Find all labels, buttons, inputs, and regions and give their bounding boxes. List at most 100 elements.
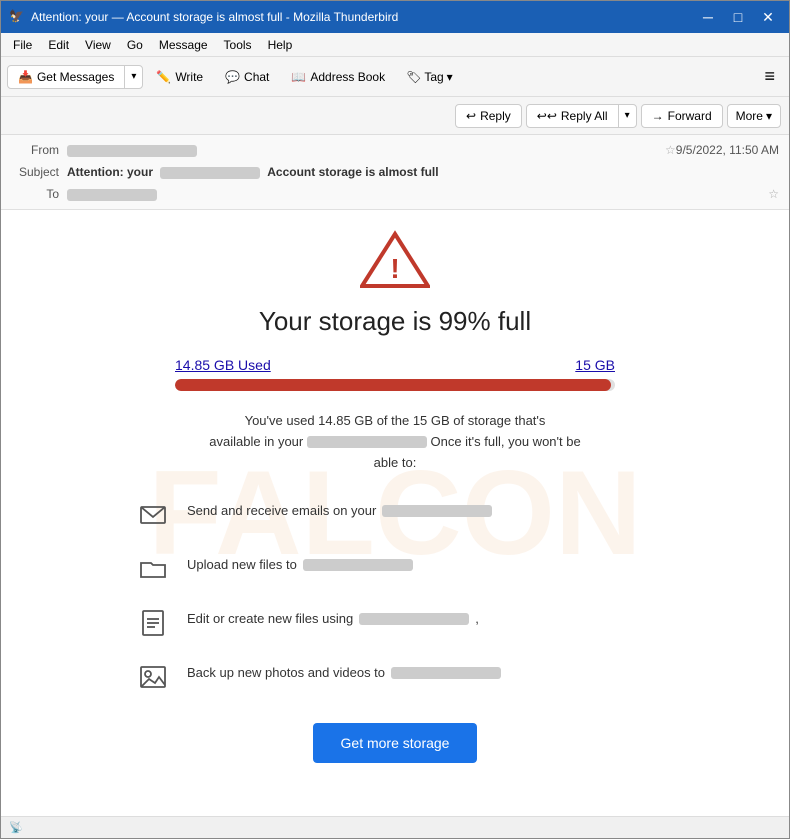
reply-all-icon: ↩↩ [537,109,557,123]
window-controls: ─ □ ✕ [695,7,781,27]
progress-section: 14.85 GB Used 15 GB [175,357,615,391]
email-header: From ☆ 9/5/2022, 11:50 AM Subject Attent… [1,135,789,210]
progress-bar-background [175,379,615,391]
storage-title: Your storage is 99% full [75,306,715,337]
menu-hamburger[interactable]: ≡ [756,62,783,91]
address-book-button[interactable]: 📖 Address Book [282,66,394,88]
get-more-storage-button[interactable]: Get more storage [313,723,478,763]
feature-list: Send and receive emails on your Upload n… [135,497,715,695]
reply-button[interactable]: ↩ Reply [455,104,522,128]
svg-text:!: ! [390,253,399,284]
email-date: 9/5/2022, 11:50 AM [676,143,779,157]
reply-all-button[interactable]: ↩↩ Reply All [527,105,618,127]
subject-blurred [160,167,260,179]
body-line4: able to: [374,455,417,470]
menu-message[interactable]: Message [151,36,216,54]
address-book-label: Address Book [310,70,385,84]
tag-dropdown-icon: ▾ [447,70,453,84]
menu-edit[interactable]: Edit [40,36,77,54]
window-title: Attention: your — Account storage is alm… [31,10,695,24]
more-dropdown-icon: ▾ [766,109,772,123]
address-book-icon: 📖 [291,70,306,84]
more-label: More [736,109,763,123]
progress-labels: 14.85 GB Used 15 GB [175,357,615,373]
reply-icon: ↩ [466,109,476,123]
subject-row: Subject Attention: your Account storage … [11,161,779,183]
chat-button[interactable]: 💬 Chat [216,66,278,88]
get-messages-icon: 📥 [18,70,33,84]
get-messages-button[interactable]: 📥 Get Messages [8,66,124,88]
subject-suffix: Account storage is almost full [267,165,438,179]
image-icon [135,659,171,695]
menu-go[interactable]: Go [119,36,151,54]
forward-icon: → [652,109,664,123]
write-button[interactable]: ✏️ Write [147,66,212,88]
feature-text-3: Back up new photos and videos to [187,659,501,680]
status-bar: 📡 [1,816,789,838]
tag-button[interactable]: 🏷 Tag ▾ [398,67,461,87]
maximize-button[interactable]: □ [725,7,751,27]
write-icon: ✏️ [156,70,171,84]
reply-all-split: ↩↩ Reply All ▾ [526,104,637,128]
progress-bar-fill [175,379,611,391]
write-label: Write [175,70,203,84]
get-messages-dropdown[interactable]: ▾ [124,66,142,88]
close-button[interactable]: ✕ [755,7,781,27]
reply-all-dropdown[interactable]: ▾ [618,105,636,127]
from-row: From ☆ 9/5/2022, 11:50 AM [11,139,779,161]
to-label: To [11,187,59,201]
minimize-button[interactable]: ─ [695,7,721,27]
used-label[interactable]: 14.85 GB Used [175,357,271,373]
list-item: Send and receive emails on your [135,497,715,533]
subject-prefix: Attention: your [67,165,153,179]
body-line1: You've used 14.85 GB of the 15 GB of sto… [245,413,546,428]
reply-all-label: Reply All [561,109,608,123]
list-item: Edit or create new files using , [135,605,715,641]
tag-icon: 🏷 [406,70,421,84]
body-line3: Once it's full, you won't be [430,434,580,449]
chat-label: Chat [244,70,269,84]
feature-text-1: Upload new files to [187,551,413,572]
total-label[interactable]: 15 GB [575,357,615,373]
feature-text-2: Edit or create new files using , [187,605,479,626]
to-blurred [67,189,157,201]
cta-wrap: Get more storage [75,723,715,763]
menu-tools[interactable]: Tools [216,36,260,54]
status-icon: 📡 [9,821,23,834]
action-bar: ↩ Reply ↩↩ Reply All ▾ → Forward More ▾ [1,97,789,135]
chat-icon: 💬 [225,70,240,84]
menu-file[interactable]: File [5,36,40,54]
get-messages-split: 📥 Get Messages ▾ [7,65,143,89]
title-bar: 🦅 Attention: your — Account storage is a… [1,1,789,33]
body-blurred [307,436,427,448]
to-row: To ☆ [11,183,779,205]
feature-text-0: Send and receive emails on your [187,497,492,518]
from-label: From [11,143,59,157]
envelope-icon [135,497,171,533]
main-window: 🦅 Attention: your — Account storage is a… [0,0,790,839]
forward-button[interactable]: → Forward [641,104,723,128]
list-item: Upload new files to [135,551,715,587]
warning-triangle-icon: ! [360,230,430,290]
get-messages-label: Get Messages [37,70,114,84]
more-button[interactable]: More ▾ [727,104,781,128]
from-value [67,143,659,157]
forward-label: Forward [668,109,712,123]
document-icon [135,605,171,641]
folder-icon [135,551,171,587]
body-text: You've used 14.85 GB of the 15 GB of sto… [75,411,715,473]
app-icon: 🦅 [9,9,25,25]
toolbar: 📥 Get Messages ▾ ✏️ Write 💬 Chat 📖 Addre… [1,57,789,97]
body-line2: available in your [209,434,303,449]
from-blurred [67,145,197,157]
menu-view[interactable]: View [77,36,119,54]
warning-icon-wrap: ! [75,230,715,290]
reply-label: Reply [480,109,511,123]
list-item: Back up new photos and videos to [135,659,715,695]
email-body-wrapper[interactable]: FALCON ! Your storage is 99% full 14.85 … [1,210,789,816]
to-star[interactable]: ☆ [768,187,779,201]
menu-help[interactable]: Help [260,36,301,54]
menu-bar: File Edit View Go Message Tools Help [1,33,789,57]
subject-value: Attention: your Account storage is almos… [67,165,779,179]
from-star[interactable]: ☆ [665,143,676,157]
